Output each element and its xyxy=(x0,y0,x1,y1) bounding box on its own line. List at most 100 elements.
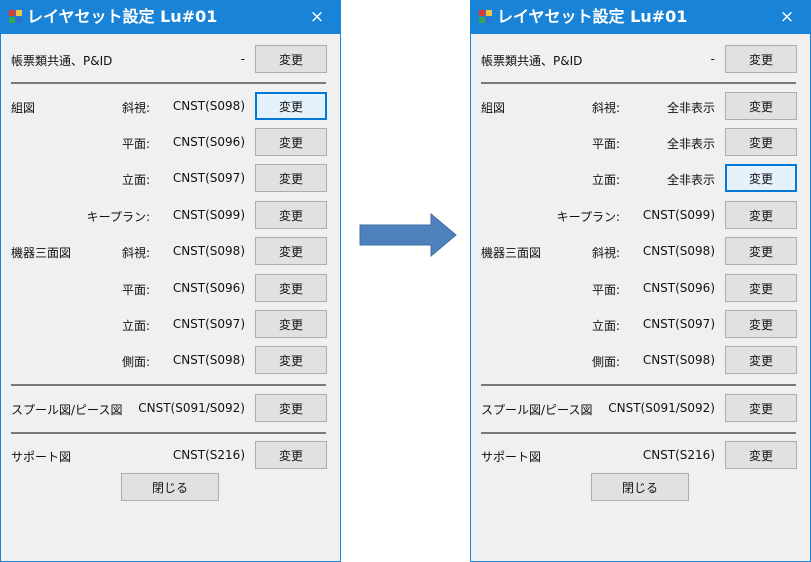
change-button-kiki-side[interactable]: 変更 xyxy=(255,346,327,374)
change-button-kumizu-oblique[interactable]: 変更 xyxy=(725,92,797,120)
kumizu-row-plan: 平面: CNST(S096) 変更 xyxy=(1,128,340,156)
app-icon xyxy=(479,10,493,24)
separator xyxy=(11,432,326,434)
kiki-row-plan: 平面: CNST(S096) 変更 xyxy=(1,274,340,302)
separator xyxy=(481,82,796,84)
kumizu-row-keyplan: キープラン: CNST(S099) 変更 xyxy=(471,201,810,229)
layer-value: 全非表示 xyxy=(666,101,715,115)
support-label: サポート図 xyxy=(481,450,542,464)
view-label: 立面: xyxy=(591,173,620,187)
layer-value: 全非表示 xyxy=(666,173,715,187)
layer-value: CNST(S216) xyxy=(642,448,715,462)
layer-value: CNST(S098) xyxy=(642,244,715,258)
kiki-row-plan: 平面: CNST(S096) 変更 xyxy=(471,274,810,302)
separator xyxy=(481,384,796,386)
common-value: - xyxy=(240,52,245,66)
kiki-row-side: 側面: CNST(S098) 変更 xyxy=(1,346,340,374)
change-button-kiki-oblique[interactable]: 変更 xyxy=(725,237,797,265)
change-button-common[interactable]: 変更 xyxy=(255,45,327,73)
spool-row: スプール図/ピース図 CNST(S091/S092) 変更 xyxy=(1,394,340,422)
layer-value: CNST(S096) xyxy=(642,281,715,295)
change-button-kiki-side[interactable]: 変更 xyxy=(725,346,797,374)
view-label: 斜視: xyxy=(121,101,150,115)
kumizu-row-oblique: 組図 斜視: 全非表示 変更 xyxy=(471,92,810,120)
kumizu-label: 組図 xyxy=(481,101,506,115)
dialog-title: レイヤセット設定 Lu#01 xyxy=(27,7,218,26)
spool-label: スプール図/ピース図 xyxy=(11,403,123,417)
change-button-common[interactable]: 変更 xyxy=(725,45,797,73)
app-icon xyxy=(9,10,23,24)
common-row: 帳票類共通、P&ID - 変更 xyxy=(471,45,810,73)
kumizu-row-oblique: 組図 斜視: CNST(S098) 変更 xyxy=(1,92,340,120)
change-button-kumizu-plan[interactable]: 変更 xyxy=(255,128,327,156)
layer-value: CNST(S099) xyxy=(172,208,245,222)
change-button-kumizu-elevation[interactable]: 変更 xyxy=(725,164,797,192)
kiki-label: 機器三面図 xyxy=(481,246,542,260)
close-dialog-button[interactable]: 閉じる xyxy=(121,473,219,501)
change-button-support[interactable]: 変更 xyxy=(255,441,327,469)
arrow-right-icon xyxy=(359,213,457,257)
layer-value: CNST(S091/S092) xyxy=(138,401,245,415)
close-dialog-button[interactable]: 閉じる xyxy=(591,473,689,501)
view-label: 平面: xyxy=(591,137,620,151)
separator xyxy=(481,432,796,434)
change-button-kiki-elevation[interactable]: 変更 xyxy=(725,310,797,338)
change-button-kumizu-keyplan[interactable]: 変更 xyxy=(725,201,797,229)
layer-value: CNST(S096) xyxy=(172,281,245,295)
title-bar: レイヤセット設定 Lu#01 × xyxy=(1,0,340,34)
dialog-title: レイヤセット設定 Lu#01 xyxy=(497,7,688,26)
layer-value: CNST(S098) xyxy=(642,353,715,367)
kiki-row-oblique: 機器三面図 斜視: CNST(S098) 変更 xyxy=(471,237,810,265)
view-label: 側面: xyxy=(121,355,150,369)
change-button-kiki-plan[interactable]: 変更 xyxy=(255,274,327,302)
kiki-row-elevation: 立面: CNST(S097) 変更 xyxy=(471,310,810,338)
close-icon[interactable]: × xyxy=(300,5,334,29)
title-bar: レイヤセット設定 Lu#01 × xyxy=(471,0,810,34)
change-button-support[interactable]: 変更 xyxy=(725,441,797,469)
view-label: キープラン: xyxy=(86,210,150,224)
kiki-row-side: 側面: CNST(S098) 変更 xyxy=(471,346,810,374)
change-button-kiki-oblique[interactable]: 変更 xyxy=(255,237,327,265)
view-label: 立面: xyxy=(121,173,150,187)
view-label: 平面: xyxy=(121,137,150,151)
change-button-spool[interactable]: 変更 xyxy=(255,394,327,422)
close-icon[interactable]: × xyxy=(770,5,804,29)
layer-value: CNST(S091/S092) xyxy=(608,401,715,415)
view-label: 立面: xyxy=(121,319,150,333)
layer-value: CNST(S099) xyxy=(642,208,715,222)
common-label: 帳票類共通、P&ID xyxy=(481,54,583,68)
view-label: 平面: xyxy=(121,283,150,297)
kumizu-row-elevation: 立面: CNST(S097) 変更 xyxy=(1,164,340,192)
change-button-kumizu-keyplan[interactable]: 変更 xyxy=(255,201,327,229)
layer-set-dialog-before: レイヤセット設定 Lu#01 × 帳票類共通、P&ID - 変更 組図 斜視: … xyxy=(0,0,341,562)
kumizu-row-elevation: 立面: 全非表示 変更 xyxy=(471,164,810,192)
layer-value: 全非表示 xyxy=(666,137,715,151)
layer-value: CNST(S098) xyxy=(172,353,245,367)
separator xyxy=(11,384,326,386)
view-label: 斜視: xyxy=(121,246,150,260)
layer-value: CNST(S096) xyxy=(172,135,245,149)
kumizu-row-keyplan: キープラン: CNST(S099) 変更 xyxy=(1,201,340,229)
support-row: サポート図 CNST(S216) 変更 xyxy=(1,441,340,469)
kumizu-row-plan: 平面: 全非表示 変更 xyxy=(471,128,810,156)
change-button-kumizu-elevation[interactable]: 変更 xyxy=(255,164,327,192)
layer-set-dialog-after: レイヤセット設定 Lu#01 × 帳票類共通、P&ID - 変更 組図 斜視: … xyxy=(470,0,811,562)
change-button-kiki-elevation[interactable]: 変更 xyxy=(255,310,327,338)
view-label: 側面: xyxy=(591,355,620,369)
change-button-kumizu-oblique[interactable]: 変更 xyxy=(255,92,327,120)
common-value: - xyxy=(710,52,715,66)
view-label: 斜視: xyxy=(591,101,620,115)
spool-row: スプール図/ピース図 CNST(S091/S092) 変更 xyxy=(471,394,810,422)
layer-value: CNST(S097) xyxy=(642,317,715,331)
support-row: サポート図 CNST(S216) 変更 xyxy=(471,441,810,469)
view-label: 斜視: xyxy=(591,246,620,260)
view-label: 平面: xyxy=(591,283,620,297)
common-row: 帳票類共通、P&ID - 変更 xyxy=(1,45,340,73)
kiki-label: 機器三面図 xyxy=(11,246,72,260)
layer-value: CNST(S098) xyxy=(172,99,245,113)
change-button-kiki-plan[interactable]: 変更 xyxy=(725,274,797,302)
change-button-kumizu-plan[interactable]: 変更 xyxy=(725,128,797,156)
change-button-spool[interactable]: 変更 xyxy=(725,394,797,422)
view-label: キープラン: xyxy=(556,210,620,224)
layer-value: CNST(S097) xyxy=(172,317,245,331)
